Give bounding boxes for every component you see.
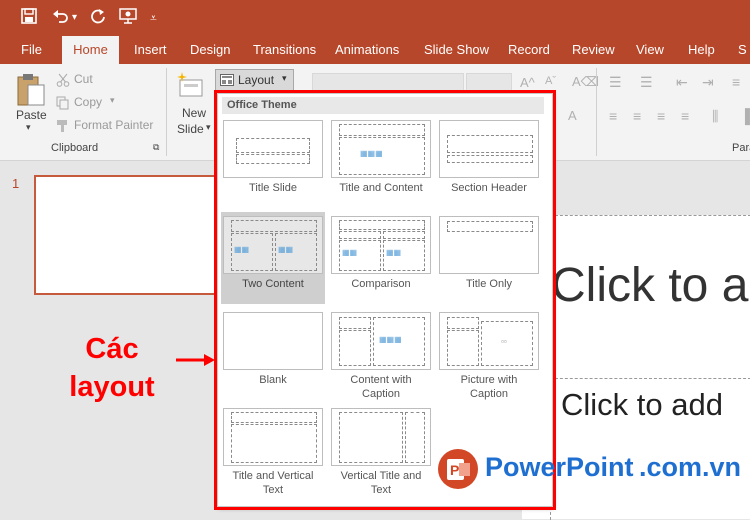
present-icon[interactable] [119,8,137,24]
line-spacing-icon[interactable]: ≡ [732,74,740,90]
title-placeholder[interactable]: Click to a [550,215,750,364]
cut-button[interactable]: Cut [74,72,93,86]
tab-transitions[interactable]: Transitions [253,36,316,64]
bullets-icon[interactable]: ☰ [609,74,622,91]
tab-home[interactable]: Home [62,36,119,64]
chevron-down-icon: ▾ [282,73,287,83]
font-color-icon[interactable]: A [568,108,577,123]
annotation-highlight-frame [214,90,556,510]
annotation-text: Các layout [62,330,162,406]
annotation-line-1: Các [85,333,139,365]
slide-number: 1 [12,176,20,191]
decrease-font-icon[interactable]: Aˇ [545,75,556,87]
powerpoint-logo-icon: P [437,448,479,490]
cut-icon [56,73,70,87]
group-divider [166,68,167,156]
content-placeholder-text: Click to add [561,387,723,422]
tab-animations[interactable]: Animations [335,36,399,64]
paragraph-group-label: Para [732,142,750,154]
arrow-right-icon [176,353,216,367]
watermark-logo: P PowerPoint .com.vn [437,448,749,490]
new-slide-button[interactable]: New [182,106,206,120]
tab-record[interactable]: Record [508,36,550,64]
tab-design[interactable]: Design [190,36,230,64]
group-divider [596,68,597,156]
increase-indent-icon[interactable]: ⇥ [702,74,714,91]
layout-label: Layout [238,73,275,87]
columns-icon[interactable]: ⫼ [712,108,718,125]
annotation-line-2: layout [69,371,155,403]
numbering-icon[interactable]: ☰ [640,74,653,91]
tab-shape-format[interactable]: S [738,36,747,64]
tab-review[interactable]: Review [572,36,615,64]
decrease-indent-icon[interactable]: ⇤ [676,74,688,91]
slide-thumbnail[interactable] [34,175,216,295]
format-painter-button[interactable]: Format Painter [74,118,153,132]
justify-icon[interactable]: ≡ [681,108,689,124]
layout-icon [220,74,234,86]
tab-file[interactable]: File [21,36,42,64]
undo-dropdown-icon[interactable]: ▾ [72,8,77,28]
watermark-suffix: .com.vn [639,452,742,482]
svg-text:P: P [450,462,459,478]
copy-dropdown-icon[interactable]: ▾ [110,95,115,106]
tab-slide-show[interactable]: Slide Show [424,36,489,64]
paste-button[interactable]: Paste [16,108,47,122]
tab-help[interactable]: Help [688,36,715,64]
align-left-icon[interactable]: ≡ [609,108,617,124]
copy-icon [56,96,70,110]
new-slide-dropdown-icon[interactable]: ▾ [206,122,211,133]
align-center-icon[interactable]: ≡ [633,108,641,124]
format-painter-icon [56,119,70,133]
text-direction-icon[interactable]: ▐ [740,108,750,124]
new-slide-icon[interactable] [176,70,206,100]
redo-icon[interactable] [90,8,106,24]
tab-view[interactable]: View [636,36,664,64]
align-right-icon[interactable]: ≡ [657,108,665,124]
ribbon-tabs: File Home Insert Design Transitions Anim… [0,36,750,64]
chevron-down-icon[interactable]: ⩡ [150,8,157,28]
copy-button[interactable]: Copy [74,95,102,109]
save-icon[interactable] [21,8,37,24]
undo-icon[interactable] [52,8,70,24]
increase-font-icon[interactable]: A^ [520,75,535,90]
new-slide-button-label-2[interactable]: Slide [177,122,204,136]
paste-icon[interactable] [16,72,46,108]
title-placeholder-text: Click to a [551,259,749,312]
watermark-brand: PowerPoint [485,452,634,482]
title-bar: ▾ ⩡ [0,0,750,36]
dialog-launcher-icon[interactable]: ⧉ [153,142,159,153]
clear-formatting-icon[interactable]: A⌫ [572,74,599,90]
clipboard-group-label: Clipboard [51,142,99,154]
tab-insert[interactable]: Insert [134,36,167,64]
layout-button[interactable]: Layout ▾ [215,69,294,91]
paste-dropdown-icon[interactable]: ▾ [26,122,31,133]
